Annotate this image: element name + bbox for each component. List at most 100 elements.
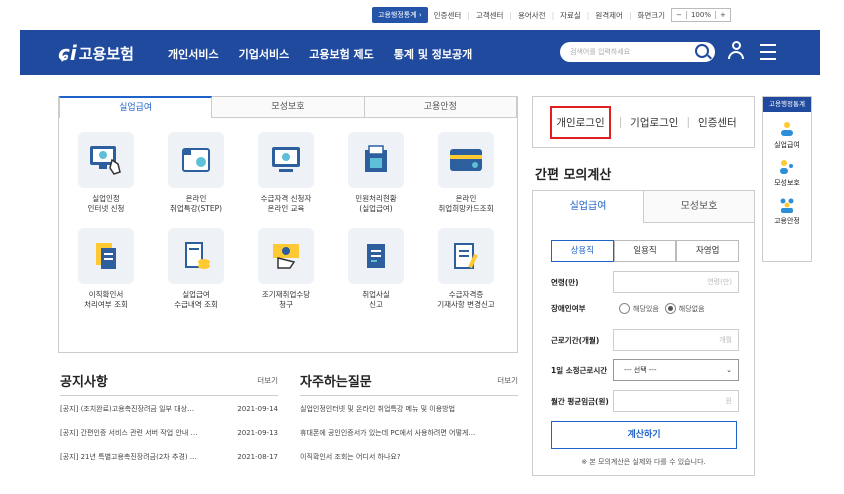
disability-yes-radio[interactable] [619, 303, 630, 314]
age-input[interactable]: 연령(만) [613, 271, 739, 293]
search-input[interactable]: 검색어를 입력하세요 [560, 42, 715, 62]
notice-row[interactable]: [공지] 21년 특별고용촉진장려금(2차 추경) … 2021-08-17 [60, 446, 278, 468]
site-logo[interactable]: ɕi 고용보험 [58, 41, 134, 65]
faq-title: 자주하는질문 [300, 375, 372, 390]
zoom-value: 100% [685, 11, 716, 19]
service-item[interactable]: 온라인 취업특강(STEP) [151, 132, 241, 214]
main-navbar: ɕi 고용보험 개인서비스 기업서비스 고용보험 제도 통계 및 정보공개 검색… [20, 30, 820, 75]
segment-regular[interactable]: 상용직 [551, 240, 614, 262]
util-link-archive[interactable]: 자료실 [560, 10, 581, 21]
wage-input[interactable]: 원 [613, 390, 739, 412]
zoom-out-button[interactable]: − [672, 11, 686, 19]
menu-statistics[interactable]: 통계 및 정보공개 [394, 46, 473, 62]
business-login-link[interactable]: 기업로그인 [630, 115, 678, 130]
service-label: 실업급여 수급내역 조회 [174, 290, 218, 309]
notice-more-link[interactable]: 더보기 [257, 375, 278, 386]
util-link-glossary[interactable]: 용어사전 [518, 10, 546, 21]
zoom-in-button[interactable]: + [716, 11, 730, 19]
hamburger-menu-icon[interactable] [760, 44, 776, 65]
services-panel: 실업급여 모성보호 고용안정 실업인정 인터넷 신청 온라인 취업특강(STEP… [58, 96, 518, 353]
util-label-zoom: 화면크기 [637, 10, 666, 20]
service-item[interactable]: 온라인 취업희망카드조회 [421, 132, 511, 214]
segment-self-employed[interactable]: 자영업 [676, 240, 740, 262]
tab-employment-stability[interactable]: 고용안정 [364, 96, 517, 118]
cert-center-link[interactable]: 인증센터 [698, 115, 737, 130]
logo-text: 고용보험 [78, 44, 134, 63]
side-item-stability[interactable]: 고용안정 [763, 196, 811, 226]
group-icon [778, 196, 796, 214]
age-label: 연령(만) [551, 277, 579, 287]
disability-no-radio[interactable] [664, 303, 676, 314]
notice-text: [공지] (조치완료)고용촉진장려금 일부 대상… [60, 405, 195, 413]
divider: | [618, 116, 623, 128]
calc-tab-unemployment[interactable]: 실업급여 [533, 191, 644, 223]
doc-edit-icon [348, 228, 404, 284]
util-link-support[interactable]: 고객센터 [476, 10, 504, 21]
side-item-unemployment[interactable]: 실업급여 [763, 120, 811, 150]
search-icon[interactable] [695, 44, 709, 58]
logo-mark-icon: ɕi [58, 41, 77, 65]
user-icon[interactable] [726, 41, 746, 63]
hours-select-value: --- 선택 --- [624, 366, 657, 374]
notice-row[interactable]: [공지] (조치완료)고용촉진장려금 일부 대상… 2021-09-14 [60, 398, 278, 420]
calculate-button[interactable]: 계산하기 [551, 421, 737, 449]
monitor-hand-icon [78, 132, 134, 188]
receipt-coins-icon [168, 228, 224, 284]
service-item[interactable]: 수급자격증 기재사항 변경신고 [421, 228, 511, 310]
menu-system[interactable]: 고용보험 제도 [309, 46, 374, 62]
notice-date: 2021-09-13 [237, 429, 278, 437]
side-item-maternity[interactable]: 모성보호 [763, 158, 811, 188]
service-item[interactable]: 실업인정 인터넷 신청 [61, 132, 151, 214]
util-link-cert[interactable]: 인증센터 [434, 10, 462, 21]
service-item[interactable]: 조기재취업수당 청구 [241, 228, 331, 310]
service-label: 온라인 취업희망카드조회 [438, 194, 494, 213]
service-tabs: 실업급여 모성보호 고용안정 [59, 96, 517, 118]
calc-title: 간편 모의계산 [535, 168, 612, 183]
service-item[interactable]: 이직확인서 처리여부 조회 [61, 228, 151, 310]
notice-row[interactable]: [공지] 간편인증 서비스 관련 서버 작업 안내 … 2021-09-13 [60, 422, 278, 444]
service-label: 이직확인서 처리여부 조회 [84, 290, 128, 309]
service-label: 수급자격증 기재사항 변경신고 [437, 290, 495, 309]
service-grid: 실업인정 인터넷 신청 온라인 취업특강(STEP) 수급자격 신청자 온라인 … [59, 118, 517, 310]
hours-select[interactable]: --- 선택 --- ⌄ [613, 359, 739, 381]
service-item[interactable]: 실업급여 수급내역 조회 [151, 228, 241, 310]
faq-row[interactable]: 휴대폰에 공인인증서가 있는데 PC에서 사용하려면 어떻게… [300, 422, 518, 444]
divider: | [509, 10, 512, 20]
divider: | [686, 116, 691, 128]
faq-more-link[interactable]: 더보기 [497, 375, 518, 386]
quick-side-menu: 고용행정통계 실업급여 모성보호 고용안정 [762, 96, 812, 262]
service-label: 실업인정 인터넷 신청 [87, 194, 125, 213]
segment-daily[interactable]: 일용직 [613, 240, 677, 262]
tab-maternity[interactable]: 모성보호 [212, 96, 365, 118]
disability-yes-label: 해당있음 [633, 304, 659, 313]
personal-login-link[interactable]: 개인로그인 [550, 105, 611, 139]
util-link-remote[interactable]: 원격제어 [595, 10, 623, 21]
menu-business[interactable]: 기업서비스 [239, 46, 290, 62]
notice-title: 공지사항 [60, 375, 108, 390]
service-item[interactable]: 민원처리현황 (실업급여) [331, 132, 421, 214]
divider: | [586, 10, 590, 20]
divider: | [467, 10, 470, 20]
notice-section: 공지사항 더보기 [공지] (조치완료)고용촉진장려금 일부 대상… 2021-0… [60, 372, 278, 468]
side-item-label: 실업급여 [774, 141, 800, 149]
notice-text: [공지] 간편인증 서비스 관련 서버 작업 안내 … [60, 429, 198, 437]
employment-type-selector: 상용직 일용직 자영업 [551, 240, 740, 262]
menu-personal[interactable]: 개인서비스 [168, 46, 219, 62]
service-label: 수급자격 신청자 온라인 교육 [260, 194, 312, 213]
hours-row: 1일 소정근로시간 --- 선택 --- ⌄ [551, 359, 739, 381]
service-label: 온라인 취업특강(STEP) [169, 194, 223, 213]
calc-tab-maternity[interactable]: 모성보호 [644, 191, 754, 223]
zoom-control: − 100% + [671, 8, 731, 22]
tab-unemployment[interactable]: 실업급여 [59, 96, 213, 118]
divider: | [628, 10, 632, 20]
stats-button[interactable]: 고용행정통계 › [372, 7, 428, 23]
doc-pen-icon [438, 228, 494, 284]
mother-child-icon [778, 158, 796, 176]
card-icon [438, 132, 494, 188]
faq-row[interactable]: 실업인정인터넷 및 온라인 취업특강 메뉴 및 이용방법 [300, 398, 518, 420]
projector-icon [168, 132, 224, 188]
service-item[interactable]: 취업사실 신고 [331, 228, 421, 310]
service-item[interactable]: 수급자격 신청자 온라인 교육 [241, 132, 331, 214]
faq-row[interactable]: 이직확인서 조회는 어디서 하나요? [300, 446, 518, 468]
period-input[interactable]: 개월 [613, 329, 739, 351]
